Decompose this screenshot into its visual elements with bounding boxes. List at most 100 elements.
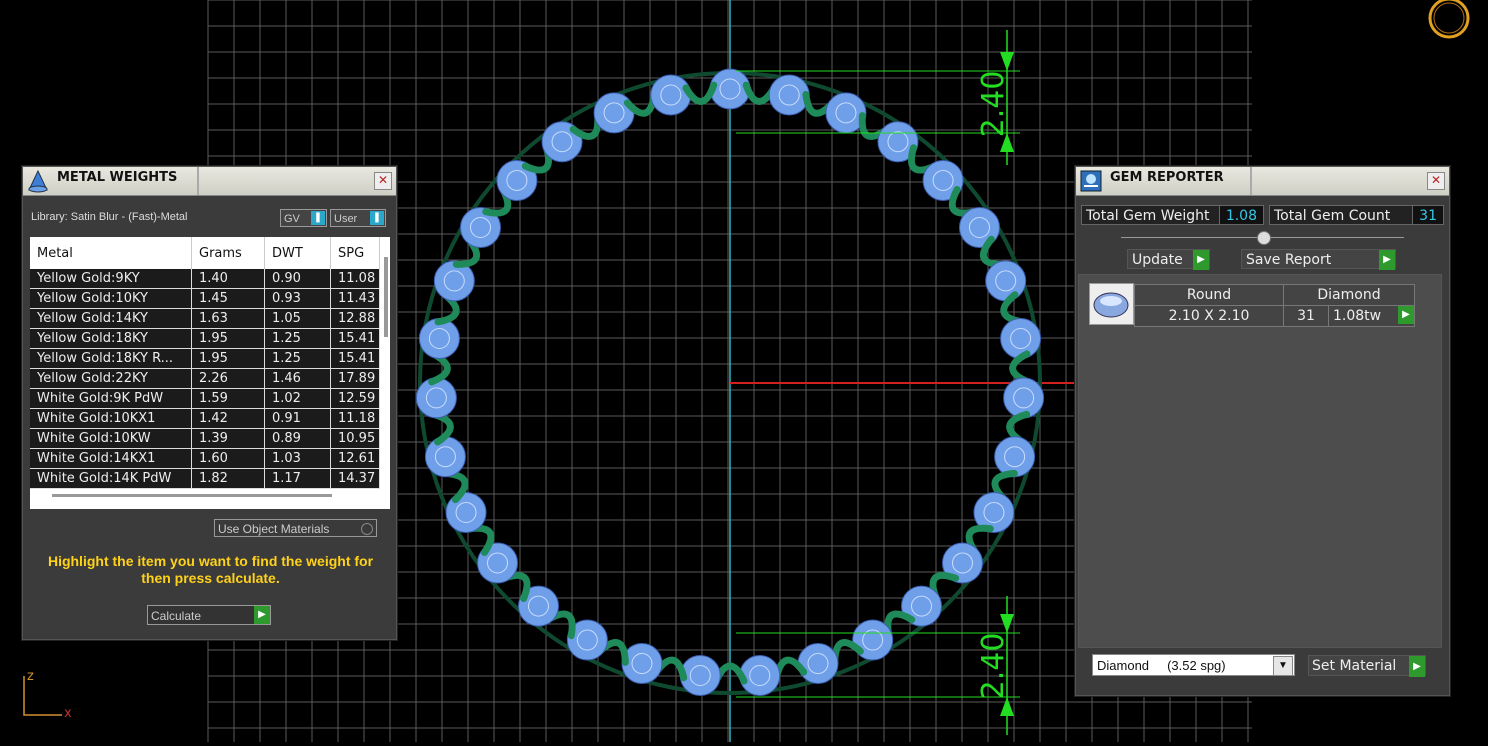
total-gem-weight-value: 1.08 <box>1218 206 1263 224</box>
use-object-materials-label: Use Object Materials <box>218 522 330 536</box>
user-toggle[interactable]: User ❚ <box>330 209 386 227</box>
gem-table-header: Round Diamond <box>1134 284 1415 306</box>
save-report-button[interactable]: Save Report ▶ <box>1241 249 1396 270</box>
use-object-materials-option[interactable]: Use Object Materials <box>214 519 377 537</box>
metal-table-row[interactable]: Yellow Gold:18KY 1.95 1.25 15.41 <box>30 328 380 349</box>
total-gem-count-label: Total Gem Count <box>1274 208 1391 224</box>
radio-icon <box>361 523 373 535</box>
metal-table-row[interactable]: Yellow Gold:22KY 2.26 1.46 17.89 <box>30 368 380 389</box>
close-icon[interactable]: ✕ <box>1427 172 1445 190</box>
metal-table-row[interactable]: Yellow Gold:10KY 1.45 0.93 11.43 <box>30 288 380 309</box>
metal-table-row[interactable]: White Gold:14K PdW 1.82 1.17 14.37 <box>30 468 380 489</box>
prong <box>979 235 1008 268</box>
play-arrow-icon: ▶ <box>1193 250 1209 270</box>
grams-cell: 1.42 <box>191 408 265 429</box>
dimension-arrow <box>1000 52 1014 71</box>
play-arrow-icon: ▶ <box>254 606 270 624</box>
metal-name-cell: White Gold:10KW <box>30 428 192 449</box>
prong <box>831 639 864 666</box>
vertical-scrollbar[interactable] <box>384 257 388 337</box>
dimension-arrow <box>1000 697 1014 716</box>
spg-cell: 12.61 <box>330 448 380 469</box>
metal-name-cell: Yellow Gold:10KY <box>30 288 192 309</box>
metal-table[interactable]: Metal Grams DWT SPG Yellow Gold:9KY 1.40 0… <box>30 237 390 509</box>
play-arrow-icon: ▶ <box>1409 656 1425 677</box>
metal-table-header: Metal Grams DWT SPG <box>30 237 380 269</box>
column-header-metal[interactable]: Metal <box>30 237 192 269</box>
metal-table-row[interactable]: Yellow Gold:9KY 1.40 0.90 11.08 <box>30 269 380 289</box>
metal-weights-title: METAL WEIGHTS <box>53 167 199 195</box>
grams-cell: 1.59 <box>191 388 265 409</box>
total-gem-weight-label: Total Gem Weight <box>1086 208 1210 224</box>
prong <box>682 81 718 105</box>
grams-cell: 1.40 <box>191 269 265 289</box>
gem-table-row[interactable]: 2.10 X 2.10 31 1.08tw ▶ <box>1134 305 1415 327</box>
column-header-grams[interactable]: Grams <box>191 237 265 269</box>
spg-cell: 12.88 <box>330 308 380 329</box>
dwt-cell: 1.05 <box>264 308 331 329</box>
user-toggle-label: User <box>334 213 358 225</box>
close-icon[interactable]: ✕ <box>374 172 392 190</box>
calculate-button[interactable]: Calculate ▶ <box>147 605 271 625</box>
gem-list[interactable]: Round Diamond 2.10 X 2.10 31 1.08tw ▶ <box>1078 274 1442 648</box>
dwt-cell: 0.90 <box>264 269 331 289</box>
metal-table-row[interactable]: Yellow Gold:18KY R... 1.95 1.25 15.41 <box>30 348 380 369</box>
gem-stone <box>593 92 635 134</box>
column-header-dwt[interactable]: DWT <box>264 237 331 269</box>
total-gem-weight-field: Total Gem Weight 1.08 <box>1081 205 1264 225</box>
metal-table-row[interactable]: White Gold:10KX1 1.42 0.91 11.18 <box>30 408 380 429</box>
material-select-value: Diamond (3.52 spg) <box>1097 658 1226 673</box>
dwt-cell: 1.02 <box>264 388 331 409</box>
prong <box>772 656 808 682</box>
cone-icon <box>23 167 53 195</box>
spg-cell: 15.41 <box>330 348 380 369</box>
splitter-handle-icon[interactable] <box>1257 231 1271 245</box>
metal-name-cell: Yellow Gold:14KY <box>30 308 192 329</box>
library-label: Library: Satin Blur - (Fast)-Metal <box>31 211 188 223</box>
gem-stone <box>797 643 839 685</box>
play-arrow-icon: ▶ <box>1379 250 1395 270</box>
grams-cell: 2.26 <box>191 368 265 389</box>
prong <box>466 524 495 557</box>
play-arrow-icon: ▶ <box>1398 306 1414 324</box>
dwt-cell: 1.46 <box>264 368 331 389</box>
gem-table: Round Diamond 2.10 X 2.10 31 1.08tw ▶ <box>1134 284 1415 327</box>
update-label: Update <box>1132 252 1183 268</box>
dwt-cell: 1.17 <box>264 468 331 489</box>
round-gem-icon[interactable] <box>1089 283 1134 325</box>
gem-reporter-titlebar[interactable]: GEM REPORTER ✕ <box>1076 167 1449 196</box>
material-select[interactable]: Diamond (3.52 spg) ▼ <box>1092 654 1295 676</box>
gv-toggle[interactable]: GV ❚ <box>280 209 327 227</box>
gem-shape-header: Round <box>1134 284 1284 306</box>
column-header-spg[interactable]: SPG <box>330 237 380 269</box>
metal-table-row[interactable]: Yellow Gold:14KY 1.63 1.05 12.88 <box>30 308 380 329</box>
grams-cell: 1.60 <box>191 448 265 469</box>
update-button[interactable]: Update ▶ <box>1127 249 1210 270</box>
gem-stone <box>415 377 457 419</box>
gv-toggle-label: GV <box>284 213 300 225</box>
dwt-cell: 0.89 <box>264 428 331 449</box>
metal-name-cell: White Gold:14KX1 <box>30 448 192 469</box>
spg-cell: 14.37 <box>330 468 380 489</box>
gem-stone <box>739 654 781 696</box>
gem-type-header: Diamond <box>1283 284 1415 306</box>
metal-weights-panel: METAL WEIGHTS ✕ Library: Satin Blur - (F… <box>22 166 397 640</box>
metal-weights-titlebar[interactable]: METAL WEIGHTS ✕ <box>23 167 396 196</box>
set-material-button[interactable]: Set Material ▶ <box>1308 655 1426 677</box>
gem-stone <box>1000 317 1042 359</box>
gem-stone <box>445 491 487 533</box>
metal-table-row[interactable]: White Gold:10KW 1.39 0.89 10.95 <box>30 428 380 449</box>
metal-name-cell: Yellow Gold:18KY R... <box>30 348 192 369</box>
gem-count: 31 <box>1283 305 1329 327</box>
metal-table-row[interactable]: White Gold:9K PdW 1.59 1.02 12.59 <box>30 388 380 409</box>
horizontal-scrollbar[interactable] <box>52 494 332 497</box>
dwt-cell: 0.91 <box>264 408 331 429</box>
dwt-cell: 0.93 <box>264 288 331 309</box>
gem-stone <box>424 436 466 478</box>
metal-name-cell: Yellow Gold:18KY <box>30 328 192 349</box>
metal-table-row[interactable]: White Gold:14KX1 1.60 1.03 12.61 <box>30 448 380 469</box>
gem-weight-cell[interactable]: 1.08tw ▶ <box>1328 305 1415 327</box>
grams-cell: 1.45 <box>191 288 265 309</box>
metal-name-cell: White Gold:9K PdW <box>30 388 192 409</box>
metal-name-cell: White Gold:10KX1 <box>30 408 192 429</box>
